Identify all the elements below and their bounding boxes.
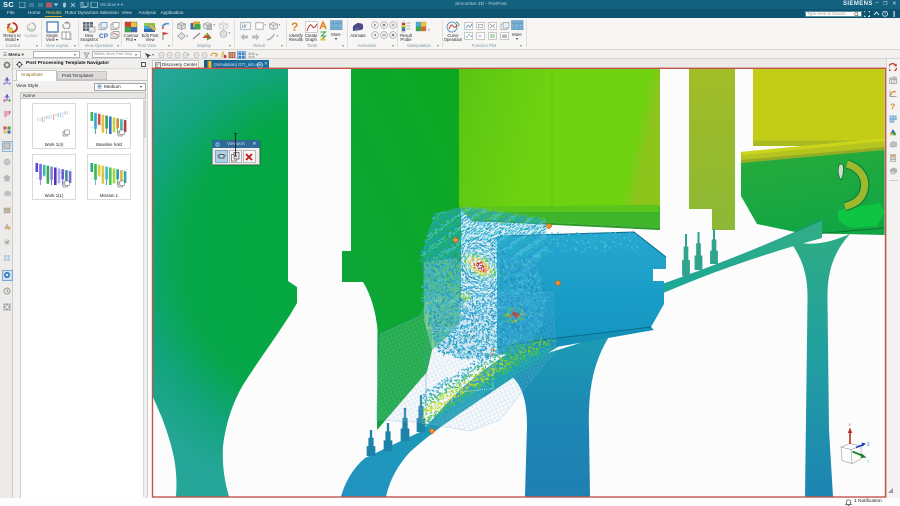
svg-text:Z: Z bbox=[867, 442, 870, 447]
svg-text:Y: Y bbox=[867, 459, 870, 464]
